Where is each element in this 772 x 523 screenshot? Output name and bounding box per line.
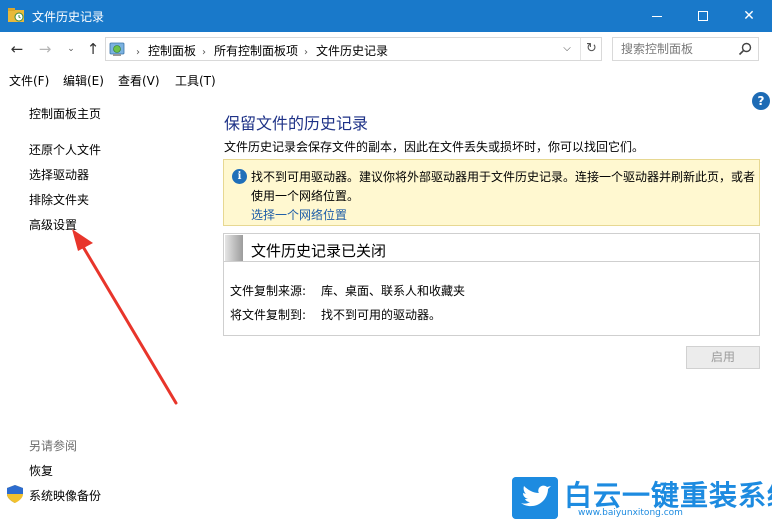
- menu-edit[interactable]: 编辑(E): [63, 72, 104, 89]
- select-network-location-link[interactable]: 选择一个网络位置: [251, 206, 347, 223]
- minimize-button[interactable]: [634, 0, 680, 32]
- enable-button[interactable]: 启用: [686, 346, 760, 369]
- address-dropdown-button[interactable]: ⌵: [558, 41, 576, 57]
- chevron-down-icon: ⌄: [67, 44, 75, 54]
- copy-from-label: 文件复制来源:: [230, 284, 307, 298]
- minimize-icon: [652, 15, 662, 17]
- sidebar-item-system-image-backup[interactable]: 系统映像备份: [29, 487, 101, 504]
- info-message: 找不到可用驱动器。建议你将外部驱动器用于文件历史记录。连接一个驱动器并刷新此页，…: [251, 170, 756, 203]
- status-indicator: [225, 235, 243, 261]
- bird-logo-icon: [512, 477, 558, 519]
- file-history-app-icon: [8, 8, 24, 22]
- page-description: 文件历史记录会保存文件的副本，因此在文件丢失或损坏时，你可以找回它们。: [224, 140, 645, 154]
- back-button[interactable]: ←: [6, 38, 28, 60]
- red-annotation-arrow: [72, 229, 178, 405]
- maximize-icon: [698, 11, 708, 21]
- sidebar-item-exclude-folders[interactable]: 排除文件夹: [29, 191, 89, 208]
- page-title: 保留文件的历史记录: [224, 114, 369, 133]
- watermark: 白云一键重装系统 www.baiyunxitong.com: [512, 477, 772, 523]
- title-bar: 文件历史记录 ✕: [0, 0, 772, 32]
- watermark-url: www.baiyunxitong.com: [578, 508, 683, 518]
- search-icon[interactable]: [737, 41, 753, 57]
- breadcrumb-item-control-panel[interactable]: 控制面板: [148, 44, 196, 58]
- sidebar-item-restore-files[interactable]: 还原个人文件: [29, 141, 101, 158]
- breadcrumb-chevron-icon[interactable]: ›: [202, 47, 206, 58]
- arrow-left-icon: ←: [10, 40, 24, 58]
- sidebar-item-control-panel-home[interactable]: 控制面板主页: [29, 105, 101, 122]
- menu-bar: 文件(F) 编辑(E) 查看(V) 工具(T): [0, 66, 772, 92]
- copy-to-value: 找不到可用的驱动器。: [321, 308, 442, 322]
- menu-tools[interactable]: 工具(T): [175, 72, 216, 89]
- sidebar-item-recovery[interactable]: 恢复: [29, 462, 53, 479]
- status-panel: 文件历史记录已关闭 文件复制来源: 库、桌面、联系人和收藏夹 将文件复制到: 找…: [223, 233, 760, 336]
- control-panel-icon: [109, 42, 125, 56]
- breadcrumb-item-all-items[interactable]: 所有控制面板项: [214, 44, 298, 58]
- navigation-bar: ← → ⌄ ↑ › 控制面板 › 所有控制面板项 › 文件历史记录 ⌵ ↻: [0, 32, 772, 66]
- info-icon: i: [232, 169, 247, 184]
- refresh-icon: ↻: [586, 41, 597, 56]
- see-also-heading: 另请参阅: [29, 439, 78, 453]
- breadcrumb-chevron-icon: ›: [136, 47, 140, 58]
- status-title: 文件历史记录已关闭: [251, 242, 387, 260]
- menu-view[interactable]: 查看(V): [118, 72, 160, 89]
- refresh-button[interactable]: ↻: [580, 38, 602, 60]
- breadcrumb-chevron-icon[interactable]: ›: [304, 47, 308, 58]
- up-button[interactable]: ↑: [82, 38, 104, 60]
- sidebar-item-select-drive[interactable]: 选择驱动器: [29, 166, 89, 183]
- window-title: 文件历史记录: [32, 10, 105, 24]
- address-bar[interactable]: › 控制面板 › 所有控制面板项 › 文件历史记录 ⌵ ↻: [105, 37, 602, 61]
- info-banner: i 找不到可用驱动器。建议你将外部驱动器用于文件历史记录。连接一个驱动器并刷新此…: [223, 159, 760, 226]
- chevron-down-icon: ⌵: [563, 43, 571, 54]
- close-icon: ✕: [743, 8, 755, 24]
- status-header: 文件历史记录已关闭: [224, 234, 759, 262]
- uac-shield-icon: [7, 485, 23, 503]
- copy-to-label: 将文件复制到:: [230, 308, 307, 322]
- menu-file[interactable]: 文件(F): [9, 72, 49, 89]
- search-box: [612, 37, 759, 61]
- maximize-button[interactable]: [680, 0, 726, 32]
- arrow-right-icon: →: [38, 40, 52, 58]
- forward-button[interactable]: →: [34, 38, 56, 60]
- breadcrumb-item-file-history[interactable]: 文件历史记录: [316, 44, 388, 58]
- help-icon[interactable]: ?: [752, 92, 770, 110]
- recent-locations-button[interactable]: ⌄: [60, 38, 82, 60]
- breadcrumb: › 控制面板 › 所有控制面板项 › 文件历史记录: [130, 42, 388, 59]
- copy-from-value: 库、桌面、联系人和收藏夹: [321, 284, 466, 298]
- arrow-up-icon: ↑: [86, 40, 100, 58]
- search-input[interactable]: [613, 38, 733, 60]
- close-button[interactable]: ✕: [726, 0, 772, 32]
